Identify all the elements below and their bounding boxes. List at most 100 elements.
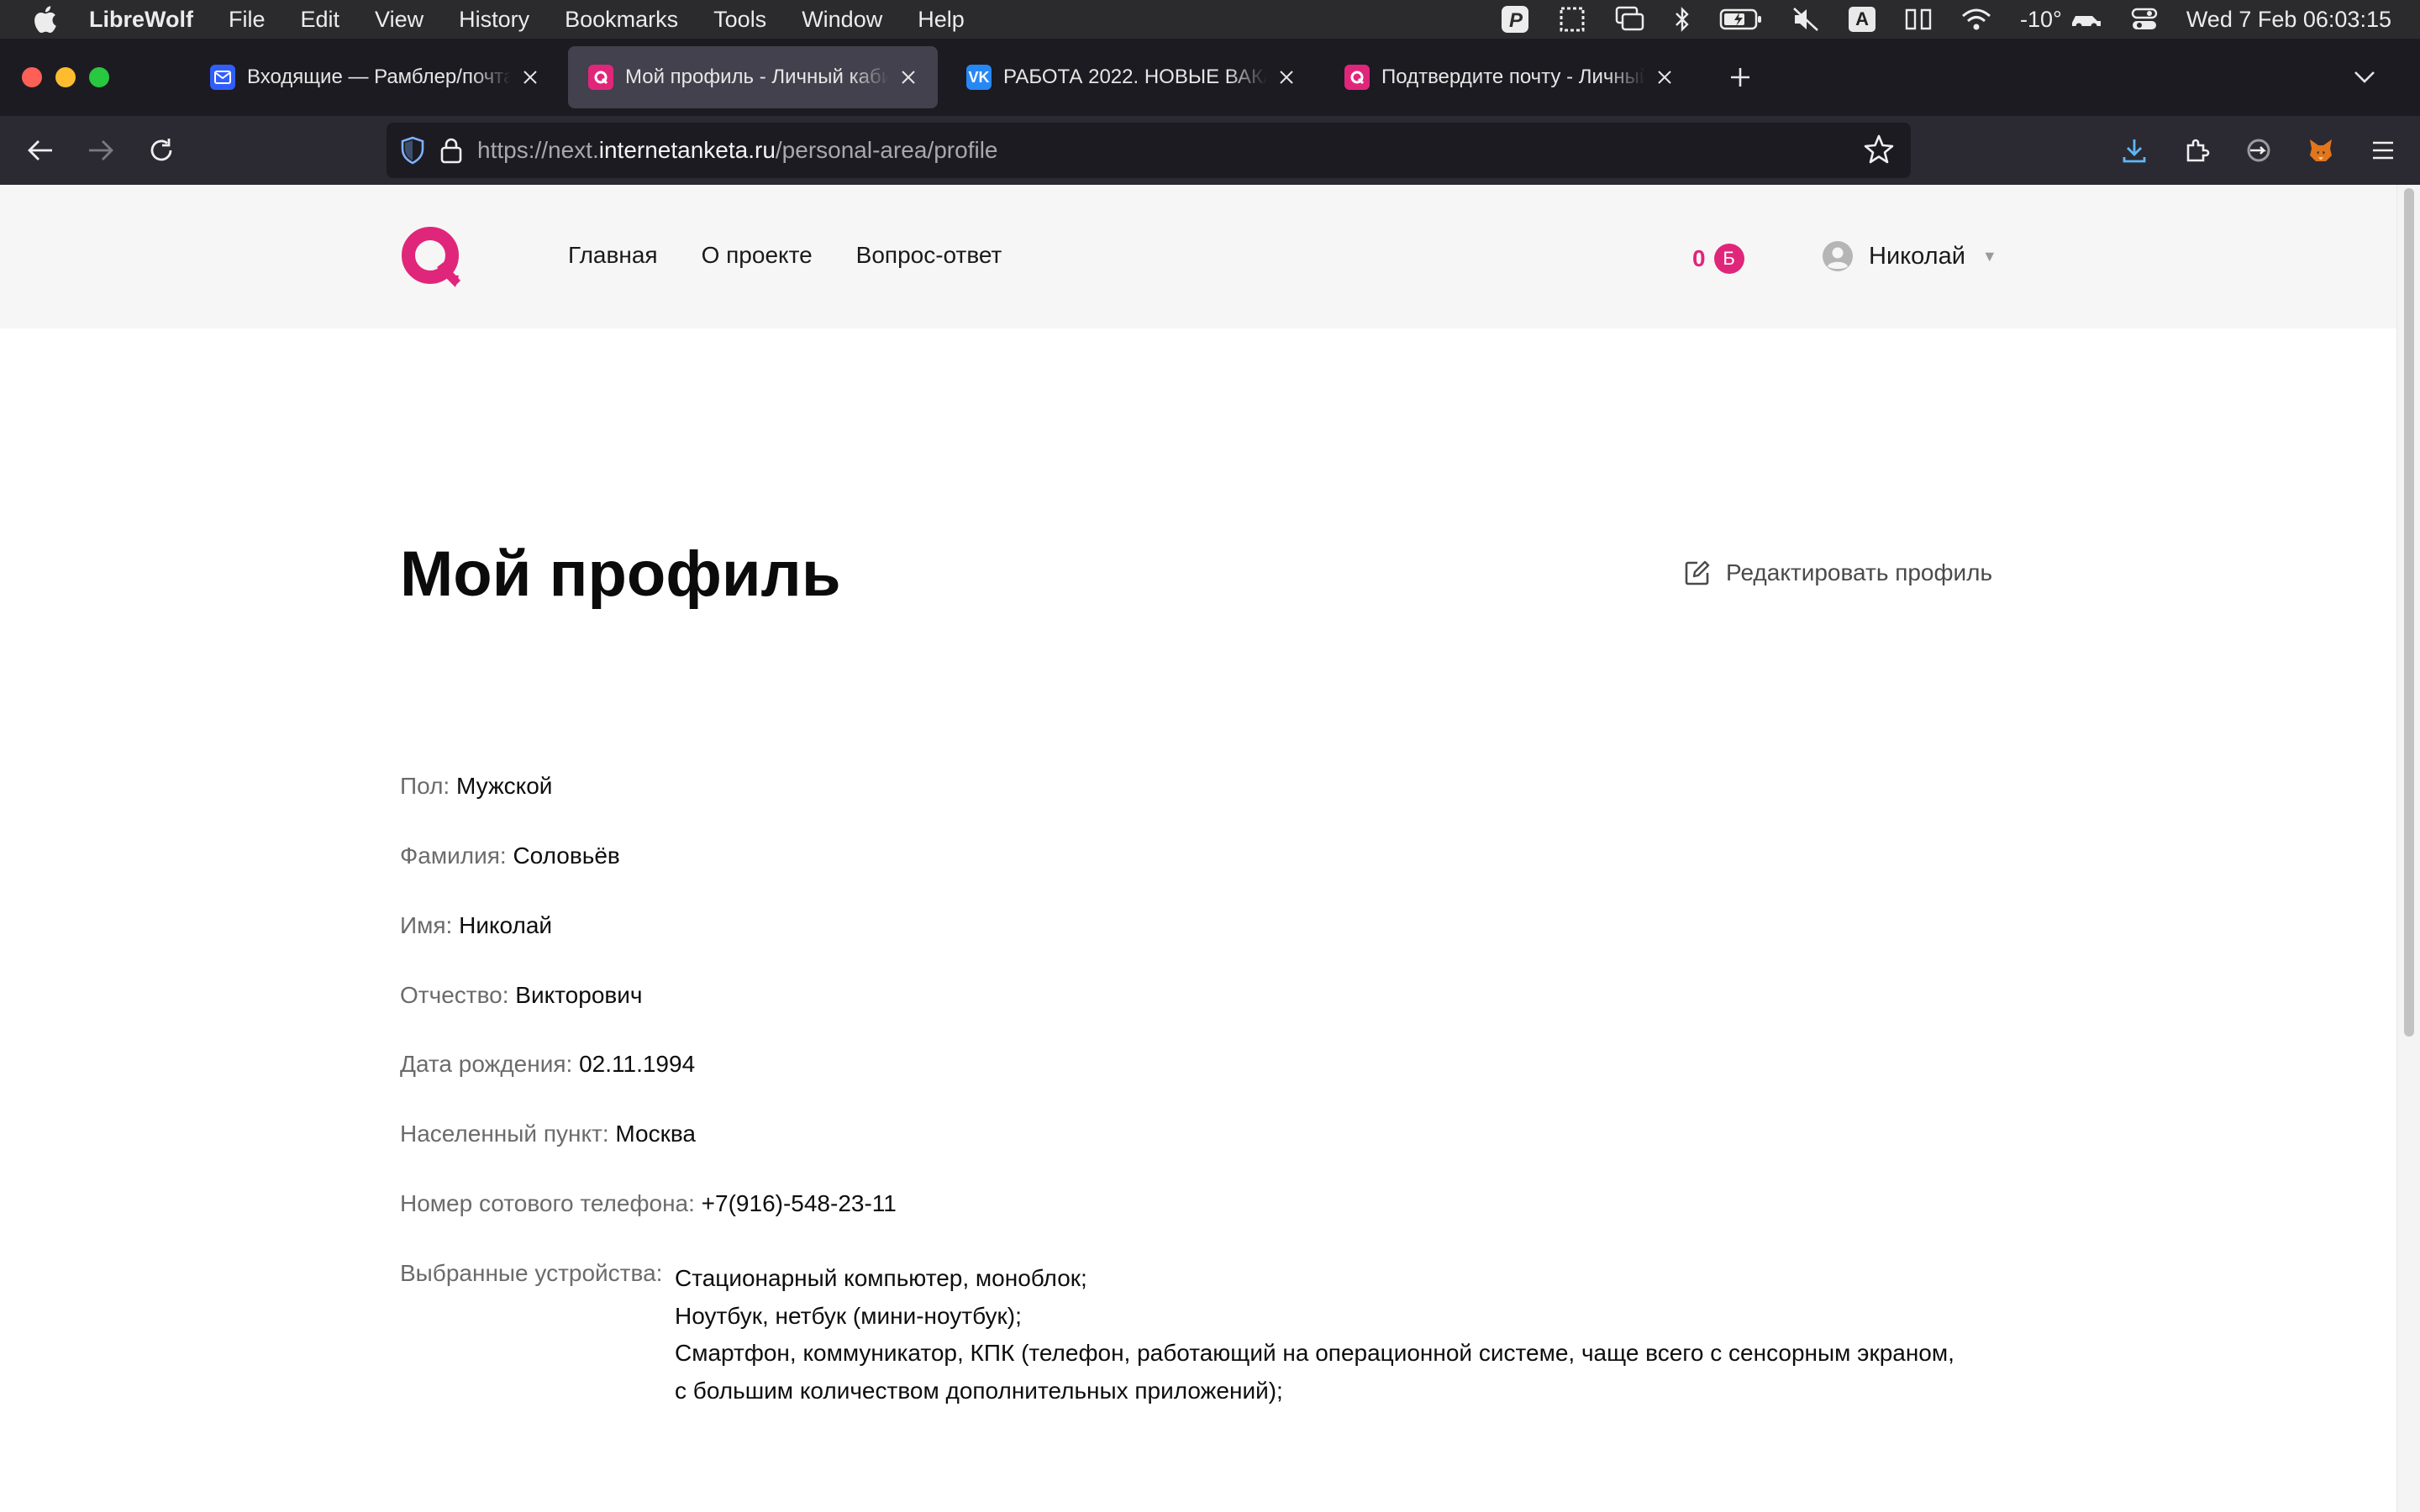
arrow-right-icon <box>89 140 113 160</box>
keyboard-layout-indicator[interactable]: A <box>1849 7 1876 32</box>
menu-view[interactable]: View <box>375 7 424 33</box>
lock-icon[interactable] <box>440 137 462 164</box>
tab-vk-jobs[interactable]: VK РАБОТА 2022. НОВЫЕ ВАКАНСИИ <box>946 46 1316 108</box>
screenshot-icon[interactable] <box>1558 5 1586 34</box>
tab-confirm-email[interactable]: Подтвердите почту - Личный кабинет <box>1324 46 1694 108</box>
field-label: Фамилия: <box>400 843 507 869</box>
clock[interactable]: Wed 7 Feb 06:03:15 <box>2186 7 2391 33</box>
hamburger-menu-icon <box>2373 141 2393 160</box>
device-item: Стационарный компьютер, моноблок; <box>675 1265 1087 1291</box>
list-all-tabs-button[interactable] <box>2346 59 2383 96</box>
field-label: Населенный пункт: <box>400 1121 609 1147</box>
url-bar[interactable]: https://next.internetanketa.ru/personal-… <box>387 123 1911 178</box>
tab-title: РАБОТА 2022. НОВЫЕ ВАКАНСИИ <box>1003 66 1267 88</box>
weather-widget[interactable]: -10° <box>2020 7 2102 33</box>
bookmark-star-icon[interactable] <box>1860 131 1897 172</box>
profile-field-gender: Пол: Мужской <box>400 773 552 800</box>
tab-title: Мой профиль - Личный кабинет <box>625 66 889 88</box>
mail-icon <box>210 65 235 90</box>
reader-icon[interactable] <box>1904 6 1933 33</box>
forward-button[interactable] <box>81 130 121 171</box>
nav-home-link[interactable]: Главная <box>568 242 658 269</box>
edit-icon <box>1684 559 1711 586</box>
user-name: Николай <box>1869 242 1965 270</box>
shield-icon[interactable] <box>400 136 425 165</box>
metamask-fox-icon[interactable] <box>2301 130 2341 171</box>
field-label: Имя: <box>400 912 453 938</box>
field-label: Пол: <box>400 773 450 799</box>
extensions-button[interactable] <box>2176 130 2217 171</box>
main-nav: Главная О проекте Вопрос-ответ <box>568 242 1045 269</box>
edit-profile-label: Редактировать профиль <box>1726 559 1993 585</box>
url-text[interactable]: https://next.internetanketa.ru/personal-… <box>477 137 997 164</box>
wifi-icon[interactable] <box>1961 8 1991 31</box>
site-logo[interactable] <box>400 225 464 289</box>
q-icon <box>1344 65 1370 90</box>
field-label: Отчество: <box>400 982 509 1008</box>
close-tab-icon[interactable] <box>518 65 543 90</box>
profile-field-phone: Номер сотового телефона: +7(916)-548-23-… <box>400 1190 897 1217</box>
url-path: /personal-area/profile <box>775 137 998 163</box>
window-controls <box>22 67 190 87</box>
bluetooth-icon[interactable] <box>1674 6 1691 33</box>
tab-rambler-mail[interactable]: Входящие — Рамблер/почта <box>190 46 560 108</box>
battery-icon[interactable] <box>1719 8 1763 31</box>
navigation-toolbar: https://next.internetanketa.ru/personal-… <box>0 116 2420 185</box>
menu-help[interactable]: Help <box>918 7 965 33</box>
status-area: P A -10° Wed 7 Feb 06:03:15 <box>1501 0 2420 39</box>
tab-title: Подтвердите почту - Личный кабинет <box>1381 66 1645 88</box>
menu-history[interactable]: History <box>459 7 529 33</box>
url-host: internetanketa.ru <box>598 137 776 163</box>
p-app-icon[interactable]: P <box>1501 5 1529 34</box>
menu-bookmarks[interactable]: Bookmarks <box>565 7 678 33</box>
windows-icon[interactable] <box>1615 6 1645 33</box>
field-value: Москва <box>615 1121 696 1147</box>
menu-edit[interactable]: Edit <box>301 7 340 33</box>
macos-menu-bar: LibreWolf File Edit View History Bookmar… <box>0 0 2420 39</box>
menu-window[interactable]: Window <box>802 7 882 33</box>
close-tab-icon[interactable] <box>1652 65 1677 90</box>
points-balance[interactable]: 0 Б <box>1692 244 1744 274</box>
temperature-text: -10° <box>2019 6 2062 32</box>
minimize-window-button[interactable] <box>55 67 76 87</box>
downloads-button[interactable] <box>2114 130 2154 171</box>
caret-down-icon: ▼ <box>1981 247 1997 265</box>
menu-app-name[interactable]: LibreWolf <box>89 7 193 33</box>
app-menu-button[interactable] <box>2363 130 2403 171</box>
back-button[interactable] <box>20 130 60 171</box>
field-label: Номер сотового телефона: <box>400 1190 695 1216</box>
reload-button[interactable] <box>141 130 182 171</box>
arrow-left-icon <box>28 140 52 160</box>
chevron-down-icon <box>2354 71 2375 83</box>
nav-about-link[interactable]: О проекте <box>702 242 813 269</box>
extension-dark-icon[interactable] <box>2238 130 2279 171</box>
close-window-button[interactable] <box>22 67 42 87</box>
nav-faq-link[interactable]: Вопрос-ответ <box>856 242 1002 269</box>
tab-my-profile[interactable]: Мой профиль - Личный кабинет <box>568 46 938 108</box>
site-header: Главная О проекте Вопрос-ответ 0 Б Никол… <box>0 185 2396 328</box>
menu-file[interactable]: File <box>229 7 266 33</box>
close-tab-icon[interactable] <box>896 65 921 90</box>
scrollbar-thumb[interactable] <box>2404 188 2414 1037</box>
control-center-icon[interactable] <box>2131 7 2158 32</box>
menu-tools[interactable]: Tools <box>713 7 766 33</box>
zoom-window-button[interactable] <box>89 67 109 87</box>
puzzle-icon <box>2186 139 2210 162</box>
new-tab-button[interactable] <box>1719 56 1761 98</box>
user-avatar-icon <box>1822 240 1854 272</box>
mute-icon[interactable] <box>1791 6 1820 33</box>
user-menu[interactable]: Николай ▼ <box>1822 240 1997 272</box>
points-unit-badge: Б <box>1713 244 1744 274</box>
edit-profile-link[interactable]: Редактировать профиль <box>1684 559 1992 586</box>
page-viewport: Главная О проекте Вопрос-ответ 0 Б Никол… <box>0 185 2396 1512</box>
apple-menu-icon[interactable] <box>32 3 60 36</box>
reload-icon <box>150 139 172 161</box>
close-tab-icon[interactable] <box>1274 65 1299 90</box>
svg-text:P: P <box>1509 9 1523 32</box>
vk-icon: VK <box>966 65 992 90</box>
page-scrollbar[interactable] <box>2396 185 2420 1512</box>
q-icon <box>588 65 613 90</box>
tab-strip: Входящие — Рамблер/почта Мой профиль - Л… <box>0 39 2420 116</box>
field-value: Соловьёв <box>513 843 620 869</box>
profile-field-surname: Фамилия: Соловьёв <box>400 843 620 869</box>
